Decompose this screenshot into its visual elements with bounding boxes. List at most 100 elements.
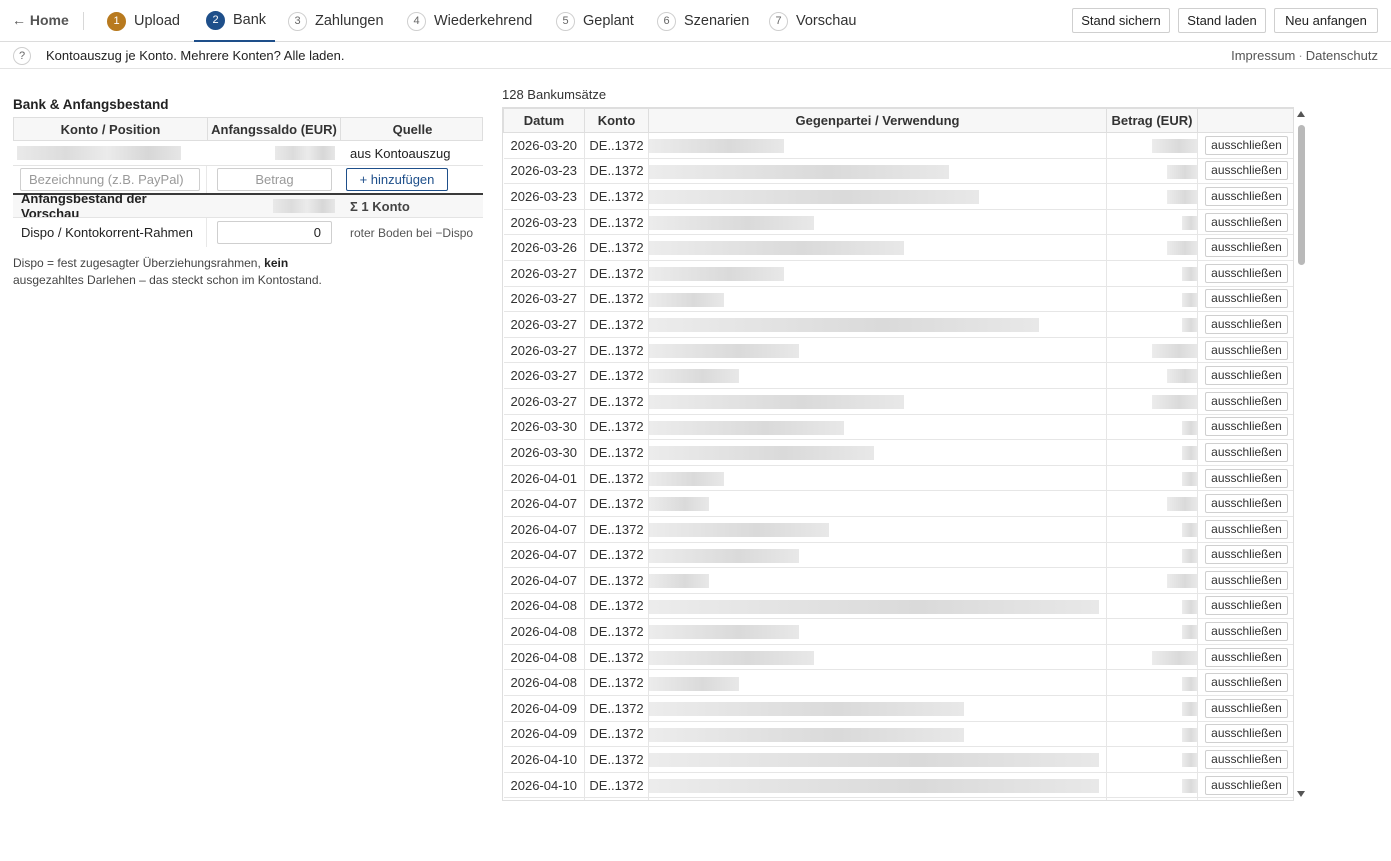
step-label: Wiederkehrend (434, 13, 533, 29)
row-amount-redacted (1106, 414, 1198, 441)
row-account: DE..1372 (584, 669, 649, 697)
table-row: 2026-03-23 DE..1372 ausschließen (503, 209, 1293, 236)
table-row: 2026-03-23 DE..1372 ausschließen (503, 158, 1293, 185)
sum-label: Anfangsbestand der Vorschau (21, 191, 147, 221)
transactions-table-container[interactable]: Datum Konto Gegenpartei / Verwendung Bet… (502, 107, 1294, 801)
restart-button[interactable]: Neu anfangen (1274, 8, 1378, 33)
table-row: 2026-04-08 DE..1372 ausschließen (503, 618, 1293, 645)
table-row: 2026-03-30 DE..1372 ausschließen (503, 414, 1293, 441)
row-amount-redacted (1106, 465, 1198, 492)
exclude-button[interactable]: ausschließen (1205, 775, 1288, 795)
row-amount-redacted (1106, 234, 1198, 261)
table-row: 2026-04-07 DE..1372 ausschließen (503, 567, 1293, 594)
exclude-button[interactable]: ausschließen (1205, 417, 1288, 437)
step-bank[interactable]: 2 Bank (194, 0, 275, 42)
step-upload[interactable]: 1 Upload (107, 0, 180, 42)
table-row: 2026-03-30 DE..1372 ausschließen (503, 439, 1293, 466)
scroll-down-icon[interactable] (1297, 791, 1305, 797)
exclude-button[interactable]: ausschließen (1205, 750, 1288, 770)
step-zahlungen[interactable]: 3 Zahlungen (288, 0, 384, 42)
table-row: 2026-03-20 DE..1372 ausschließen (503, 132, 1293, 159)
step-geplant[interactable]: 5 Geplant (556, 0, 634, 42)
table-row: 2026-04-10 DE..1372 ausschließen (503, 772, 1293, 799)
table-header-row: Datum Konto Gegenpartei / Verwendung Bet… (503, 108, 1293, 133)
dispo-input[interactable]: 0 (217, 221, 332, 244)
exclude-button[interactable]: ausschließen (1205, 596, 1288, 616)
row-account: DE..1372 (584, 567, 649, 594)
dispo-note: Dispo = fest zugesagter Überziehungsrahm… (13, 255, 343, 289)
row-actions: ausschließen (1197, 286, 1293, 313)
row-amount-redacted (1106, 311, 1198, 338)
exclude-button[interactable]: ausschließen (1205, 673, 1288, 693)
position-amount-input[interactable]: Betrag (217, 168, 332, 191)
row-actions: ausschließen (1197, 388, 1293, 415)
datenschutz-link[interactable]: Datenschutz (1306, 48, 1378, 63)
transactions-body: 2026-03-20 DE..1372 ausschließen 2026-03-23… (503, 132, 1293, 800)
row-counterparty-redacted (648, 209, 1107, 236)
exclude-button[interactable]: ausschließen (1205, 622, 1288, 642)
exclude-button[interactable]: ausschließen (1205, 494, 1288, 514)
exclude-button[interactable]: ausschließen (1205, 340, 1288, 360)
exclude-button[interactable]: ausschließen (1205, 314, 1288, 334)
exclude-button[interactable]: ausschließen (1205, 442, 1288, 462)
row-date: 2026-03-20 (503, 132, 585, 159)
load-state-button[interactable]: Stand laden (1178, 8, 1266, 33)
exclude-button[interactable]: ausschließen (1205, 724, 1288, 744)
step-label: Geplant (583, 13, 634, 29)
position-name-input[interactable]: Bezeichnung (z.B. PayPal) (20, 168, 200, 191)
help-icon[interactable]: ? (13, 47, 31, 65)
transactions-table: Datum Konto Gegenpartei / Verwendung Bet… (503, 108, 1293, 800)
exclude-button[interactable]: ausschließen (1205, 135, 1288, 155)
account-source: aus Kontoauszug (350, 145, 451, 161)
row-amount-redacted (1106, 593, 1198, 620)
step-szenarien[interactable]: 6 Szenarien (657, 0, 749, 42)
row-date: 2026-03-27 (503, 260, 585, 287)
exclude-button[interactable]: ausschließen (1205, 289, 1288, 309)
row-account: DE..1372 (584, 234, 649, 261)
scroll-up-icon[interactable] (1297, 111, 1305, 117)
exclude-button[interactable]: ausschließen (1205, 545, 1288, 565)
row-account: DE..1372 (584, 414, 649, 441)
home-link[interactable]: ← Home (12, 12, 69, 28)
step-number: 5 (556, 11, 575, 31)
exclude-button[interactable]: ausschließen (1205, 647, 1288, 667)
row-counterparty-redacted (648, 183, 1107, 210)
exclude-button[interactable]: ausschließen (1205, 263, 1288, 283)
row-account: DE..1372 (584, 388, 649, 415)
row-counterparty-redacted (648, 644, 1107, 671)
exclude-button[interactable]: ausschließen (1205, 698, 1288, 718)
row-account: DE..1372 (584, 542, 649, 569)
step-number: 7 (769, 11, 788, 31)
step-wiederkehrend[interactable]: 4 Wiederkehrend (407, 0, 532, 42)
exclude-button[interactable]: ausschließen (1205, 186, 1288, 206)
table-scrollbar[interactable] (1294, 107, 1308, 801)
impressum-link[interactable]: Impressum (1231, 48, 1295, 63)
row-amount-redacted (1106, 388, 1198, 415)
table-row: 2026-03-27 DE..1372 ausschließen (503, 362, 1293, 389)
table-row: 2026-04-10 DE..1372 ausschließen (503, 746, 1293, 773)
add-position-button[interactable]: + hinzufügen (346, 168, 448, 191)
exclude-button[interactable]: ausschließen (1205, 519, 1288, 539)
exclude-button[interactable]: ausschließen (1205, 238, 1288, 258)
step-vorschau[interactable]: 7 Vorschau (769, 0, 856, 42)
exclude-button[interactable]: ausschließen (1205, 468, 1288, 488)
scrollbar-thumb[interactable] (1298, 125, 1305, 265)
save-state-button[interactable]: Stand sichern (1072, 8, 1170, 33)
row-amount-redacted (1106, 567, 1198, 594)
exclude-button[interactable]: ausschließen (1205, 366, 1288, 386)
row-actions: ausschließen (1197, 746, 1293, 773)
table-row: 2026-03-27 DE..1372 ausschließen (503, 388, 1293, 415)
table-row: 2026-03-27 DE..1372 ausschließen (503, 286, 1293, 313)
col-header-amount: Betrag (EUR) (1106, 108, 1198, 133)
row-counterparty-redacted (648, 414, 1107, 441)
col-header-account: Konto (584, 108, 649, 133)
row-actions: ausschließen (1197, 490, 1293, 517)
exclude-button[interactable]: ausschließen (1205, 161, 1288, 181)
exclude-button[interactable]: ausschließen (1205, 570, 1288, 590)
exclude-button[interactable]: ausschließen (1205, 212, 1288, 232)
row-account: DE..1372 (584, 439, 649, 466)
exclude-button[interactable]: ausschließen (1205, 391, 1288, 411)
step-label: Upload (134, 13, 180, 29)
table-row: 2026-04-08 DE..1372 ausschließen (503, 669, 1293, 697)
step-label: Vorschau (796, 13, 857, 29)
